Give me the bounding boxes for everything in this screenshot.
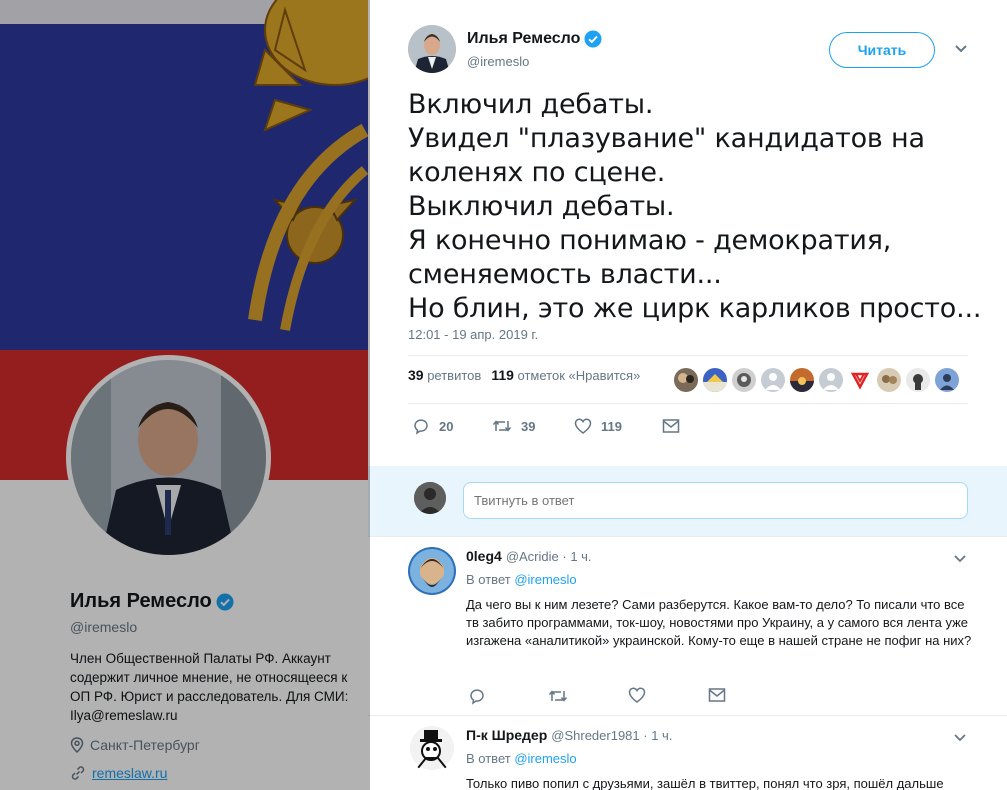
in-reply-to: В ответ @iremeslo [466,572,577,587]
in-reply-prefix: В ответ [466,751,511,766]
likes-stat[interactable]: 119 отметок «Нравится» [491,367,640,383]
profile-handle: @iremeslo [70,619,138,635]
link-icon [71,766,85,780]
liker-avatar[interactable] [848,368,872,392]
retweet-icon [548,690,568,702]
profile-avatar[interactable] [66,355,271,560]
in-reply-to-link[interactable]: @iremeslo [514,572,576,587]
reply-author-handle: @Shreder1981 [551,727,640,743]
reply-composer [368,466,1007,536]
reply-text: Да чего вы к ним лезете? Сами разберутся… [466,597,972,648]
like-action[interactable]: 119 [574,418,662,434]
heart-icon [628,687,646,703]
tweet-text-line: Я конечно понимаю - демократия, [408,225,892,256]
reply-header: П-к Шредер @Shreder1981 · 1 ч. [466,727,672,743]
in-reply-to-link[interactable]: @iremeslo [514,751,576,766]
tweet-header: Илья Ремесло @iremeslo [408,25,602,73]
liker-avatar[interactable] [732,368,756,392]
profile-info: Илья Ремесло @iremeslo Член Общественной… [70,590,360,781]
tweet-text-line: Но блин, это же цирк карликов просто... [408,293,982,324]
chevron-down-icon[interactable] [953,551,967,565]
likes-count: 119 [491,367,514,383]
reply-actions [468,687,788,710]
follow-button[interactable]: Читать [829,32,935,68]
tweet-stats: 39 ретвитов 119 отметок «Нравится» [408,367,650,383]
like-action[interactable] [628,687,708,710]
reply-header: 0leg4 @Acridie · 1 ч. [466,548,592,564]
reply-time[interactable]: · 1 ч. [562,549,591,564]
retweet-action[interactable]: 39 [492,417,574,435]
liker-avatar[interactable] [790,368,814,392]
location-text: Санкт-Петербург [90,737,200,753]
verified-badge-icon [584,30,602,47]
retweets-stat[interactable]: 39 ретвитов [408,367,481,383]
envelope-icon [662,419,680,433]
reply-time[interactable]: · 1 ч. [643,728,672,743]
liker-avatar[interactable] [906,368,930,392]
verified-badge-icon [216,593,234,610]
divider [408,355,968,356]
liker-avatar[interactable] [935,368,959,392]
tweet-text-line: Включил дебаты. [408,89,654,120]
liker-avatar[interactable] [819,368,843,392]
tweet-text: Включил дебаты. Увидел "плазувание" канд… [408,88,982,326]
profile-name: Илья Ремесло [70,590,212,612]
tweet-timestamp[interactable]: 12:01 - 19 апр. 2019 г. [408,327,538,342]
reply-icon [470,689,484,705]
retweet-count: 39 [521,418,536,434]
reply-author-avatar[interactable] [408,724,456,772]
reply-count: 20 [439,418,454,434]
tweet-text-line: Увидел "плазувание" кандидатов на [408,123,925,154]
retweets-count: 39 [408,367,424,383]
tweet-author-avatar[interactable] [408,25,456,73]
tweet-author-handle: @iremeslo [467,53,530,69]
retweet-icon [492,420,512,432]
reply-action[interactable]: 20 [412,417,492,435]
reply-author-name[interactable]: 0leg4 [466,548,502,564]
current-user-avatar[interactable] [414,482,446,514]
reply-action[interactable] [468,687,548,710]
reply-text: Только пиво попил с друзьями, зашёл в тв… [466,776,944,790]
likers-avatars [674,368,959,392]
tweet-modal: Илья Ремесло @iremeslo Читать Включил де… [368,0,1007,790]
liker-avatar[interactable] [674,368,698,392]
emblem-image [248,0,370,331]
envelope-icon [708,688,726,702]
liker-avatar[interactable] [761,368,785,392]
divider [408,403,968,404]
reply-tweet[interactable]: 0leg4 @Acridie · 1 ч. В ответ @iremeslo … [368,536,1007,715]
in-reply-to: В ответ @iremeslo [466,751,577,766]
reply-icon [414,419,428,435]
background-profile-page: Илья Ремесло @iremeslo Член Общественной… [0,0,370,790]
heart-icon [574,418,592,434]
tweet-text-line: коленях по сцене. [408,157,666,188]
chevron-down-icon[interactable] [953,40,969,56]
retweet-action[interactable] [548,687,628,710]
liker-avatar[interactable] [877,368,901,392]
tweet-text-line: Выключил дебаты. [408,191,675,222]
in-reply-prefix: В ответ [466,572,511,587]
direct-message-action[interactable] [662,418,680,434]
likes-label: отметок «Нравится» [517,368,641,383]
website-link[interactable]: remeslaw.ru [92,765,167,781]
reply-author-handle: @Acridie [505,548,559,564]
tweet-author-name[interactable]: Илья Ремесло [467,30,580,48]
location-pin-icon [70,737,84,753]
reply-author-name[interactable]: П-к Шредер [466,727,547,743]
reply-tweet[interactable]: П-к Шредер @Shreder1981 · 1 ч. В ответ @… [368,715,1007,790]
reply-input[interactable] [463,482,968,519]
like-count: 119 [601,418,622,434]
reply-author-avatar[interactable] [408,547,456,595]
direct-message-action[interactable] [708,687,788,710]
profile-location: Санкт-Петербург [70,737,360,753]
profile-bio: Член Общественной Палаты РФ. Аккаунт сод… [70,651,349,723]
liker-avatar[interactable] [703,368,727,392]
chevron-down-icon[interactable] [953,730,967,744]
tweet-text-line: сменяемость власти... [408,259,722,290]
tweet-actions: 20 39 119 [412,417,680,435]
retweets-label: ретвитов [427,368,482,383]
profile-website: remeslaw.ru [70,765,360,781]
